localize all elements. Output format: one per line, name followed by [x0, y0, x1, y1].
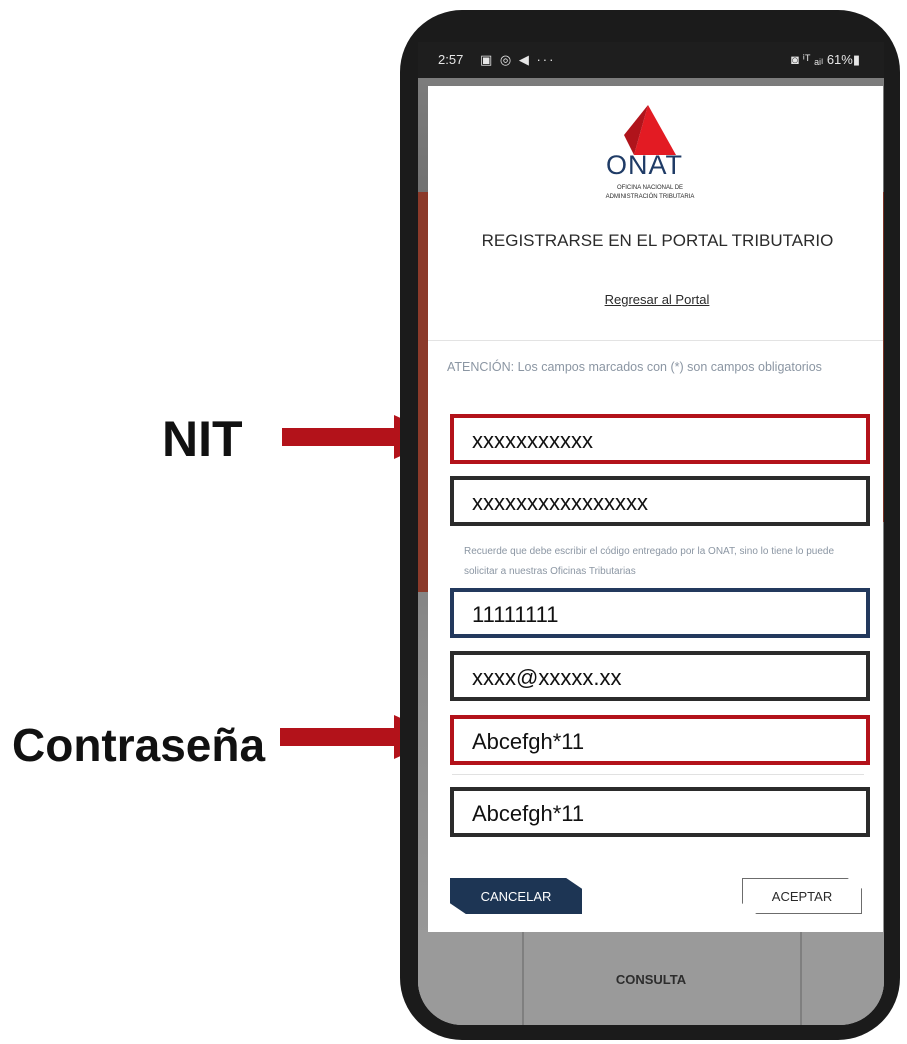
email-field[interactable]: xxxx@xxxxx.xx [450, 651, 870, 701]
cancel-button[interactable]: CANCELAR [450, 878, 582, 914]
nit-value: xxxxxxxxxxx [472, 428, 593, 453]
confirm-password-value: Abcefgh*11 [472, 801, 585, 826]
nit-annotation-label: NIT [162, 411, 243, 467]
back-to-portal-link[interactable]: Regresar al Portal [570, 292, 744, 307]
required-fields-notice: ATENCIÓN: Los campos marcados con (*) so… [447, 360, 822, 374]
notification-icons: ▣ ◎ ◀ ··· [480, 52, 556, 67]
access-code-value: xxxxxxxxxxxxxxxx [472, 490, 648, 515]
brand-subtitle: OFICINA NACIONAL DE [616, 185, 684, 191]
brand-logo-text: ONAT [606, 150, 683, 180]
battery-signal-status: ◙ ⁱᵀ ₐᵢₗ 61%▮ [791, 52, 860, 67]
password-annotation-label: Contraseña [12, 719, 266, 771]
password-value: Abcefgh*11 [472, 729, 585, 754]
onat-logo-icon [624, 105, 676, 155]
brand-subtitle: ADMINISTRACIÓN TRIBUTARIA [605, 194, 695, 200]
divider [428, 340, 883, 341]
status-time: 2:57 [438, 52, 464, 67]
phone-field[interactable]: 11111111 [450, 588, 870, 638]
code-hint-text: Recuerde que debe escribir el código ent… [464, 546, 835, 577]
confirm-password-field[interactable]: Abcefgh*11 [450, 787, 870, 837]
consulta-nav-item[interactable]: CONSULTA [418, 972, 884, 987]
access-code-field[interactable]: xxxxxxxxxxxxxxxx [450, 476, 870, 526]
divider [452, 774, 864, 775]
page-title: REGISTRARSE EN EL PORTAL TRIBUTARIO [481, 231, 834, 250]
password-field[interactable]: Abcefgh*11 [450, 715, 870, 765]
phone-value: 11111111 [472, 602, 559, 627]
nit-field[interactable]: xxxxxxxxxxx [450, 414, 870, 464]
email-value: xxxx@xxxxx.xx [472, 665, 622, 690]
accept-button[interactable]: ACEPTAR [742, 878, 862, 914]
status-bar: 2:57 ▣ ◎ ◀ ··· ◙ ⁱᵀ ₐᵢₗ 61%▮ [418, 42, 884, 78]
